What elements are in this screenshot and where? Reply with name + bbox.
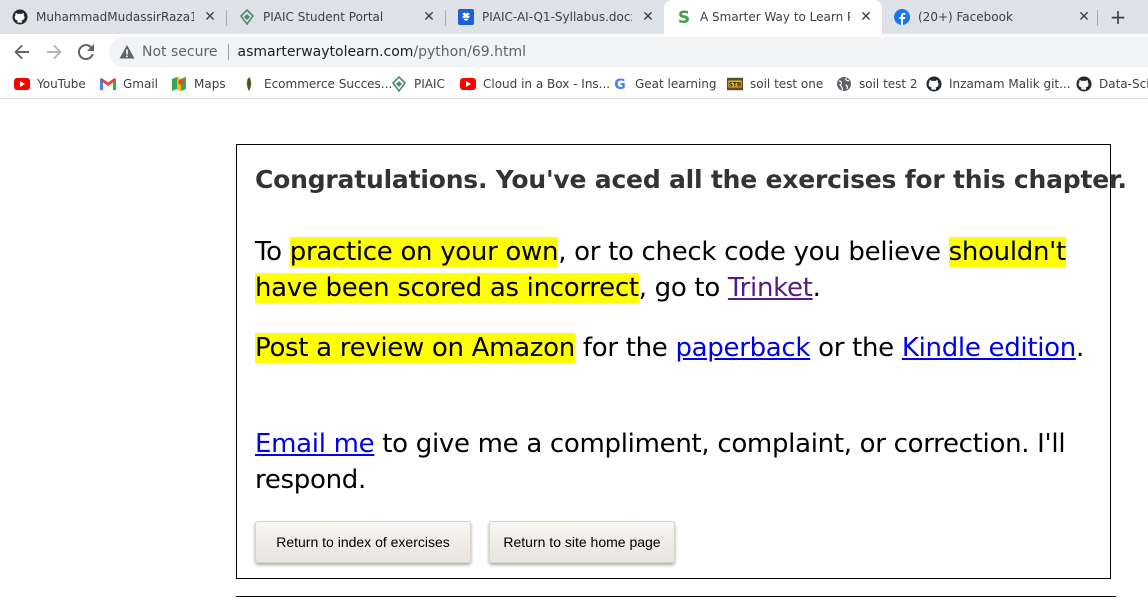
text: to give me a compliment, complaint, or c…	[255, 429, 1066, 495]
text: .	[1075, 333, 1084, 363]
email-me-link[interactable]: Email me	[255, 429, 375, 459]
email-paragraph: Email me to give me a compliment, compla…	[255, 426, 1095, 498]
highlighted-text: Post a review on Amazon	[255, 333, 575, 363]
tab-dropbox[interactable]: PIAIC-AI-Q1-Syllabus.docx ✕	[446, 0, 664, 34]
address-bar[interactable]: Not secure asmarterwaytolearn.com/python…	[109, 37, 1148, 67]
bookmark-label: Ecommerce Succes...	[264, 77, 393, 91]
bookmarks-bar: YouTube Gmail Maps Ecommerce Succes... P…	[0, 70, 1148, 99]
kindle-edition-link[interactable]: Kindle edition	[902, 333, 1076, 363]
close-icon[interactable]: ✕	[1076, 9, 1092, 25]
bookmark-soil-test-2[interactable]: soil test 2	[836, 76, 918, 92]
trinket-link[interactable]: Trinket	[728, 273, 813, 303]
tab-title: PIAIC Student Portal	[263, 10, 384, 24]
tab-title: A Smarter Way to Learn Pyth	[700, 10, 850, 24]
address-divider	[227, 44, 229, 60]
piaic-icon	[391, 76, 407, 92]
tab-facebook[interactable]: (20+) Facebook ✕	[882, 0, 1100, 34]
text: , or to check code you believe	[558, 237, 949, 267]
bookmark-piaic[interactable]: PIAIC	[391, 76, 445, 92]
toolbar: Not secure asmarterwaytolearn.com/python…	[0, 34, 1148, 70]
bookmark-label: Gmail	[123, 77, 159, 91]
bookmark-label: soil test 2	[859, 77, 918, 91]
tab-piaic-portal[interactable]: PIAIC Student Portal ✕	[227, 0, 445, 34]
youtube-icon	[460, 76, 476, 92]
bookmark-gmail[interactable]: Gmail	[100, 76, 158, 92]
close-icon[interactable]: ✕	[858, 9, 874, 25]
github-icon	[1076, 76, 1092, 92]
globe-icon	[836, 76, 852, 92]
bookmark-label: Cloud in a Box - Ins...	[483, 77, 611, 91]
maps-icon	[171, 76, 187, 92]
return-to-home-button[interactable]: Return to site home page	[489, 521, 675, 563]
warning-icon	[119, 44, 135, 60]
reload-button[interactable]	[72, 38, 100, 66]
page-heading: Congratulations. You've aced all the exe…	[255, 165, 1127, 194]
bookmark-youtube[interactable]: YouTube	[14, 76, 86, 92]
back-arrow-icon	[14, 44, 29, 60]
tab-smarter-way[interactable]: S A Smarter Way to Learn Pyth ✕	[664, 0, 882, 34]
forward-arrow-icon	[47, 44, 62, 60]
dropbox-icon	[458, 9, 474, 25]
close-icon[interactable]: ✕	[421, 9, 437, 25]
gmail-icon	[100, 76, 116, 92]
tab-title: PIAIC-AI-Q1-Syllabus.docx	[482, 10, 632, 24]
reload-icon	[78, 44, 94, 60]
url-path: /python/69.html	[413, 44, 526, 60]
back-button[interactable]	[8, 38, 36, 66]
tab-title: MuhammadMudassirRaza12	[36, 10, 194, 24]
return-to-index-button[interactable]: Return to index of exercises	[255, 521, 471, 563]
forward-button[interactable]	[40, 38, 68, 66]
bookmark-label: Geat learning	[635, 77, 717, 91]
close-icon[interactable]: ✕	[202, 9, 218, 25]
highlighted-text: practice on your own	[289, 237, 559, 267]
facebook-icon	[894, 9, 910, 25]
google-icon: G	[612, 76, 628, 92]
new-tab-button[interactable]: +	[1106, 5, 1130, 29]
tab-github[interactable]: MuhammadMudassirRaza12 ✕	[0, 0, 226, 34]
bookmark-maps[interactable]: Maps	[171, 76, 226, 92]
tab-divider	[1097, 10, 1098, 26]
smarter-way-icon: S	[676, 9, 692, 25]
close-icon[interactable]: ✕	[640, 9, 656, 25]
bookmark-soil-test-one[interactable]: STB soil test one	[727, 76, 823, 92]
bookmark-label: Data-Scie	[1099, 77, 1148, 91]
bookmark-cloud-in-a-box[interactable]: Cloud in a Box - Ins...	[460, 76, 610, 92]
next-panel-border	[236, 596, 1116, 600]
svg-text:STB: STB	[729, 83, 741, 89]
youtube-icon	[14, 76, 30, 92]
bookmark-label: Inzamam Malik git...	[949, 77, 1071, 91]
tab-strip: MuhammadMudassirRaza12 ✕ PIAIC Student P…	[0, 0, 1148, 34]
bookmark-inzamam-github[interactable]: Inzamam Malik git...	[926, 76, 1071, 92]
bookmark-data-science[interactable]: Data-Scie	[1076, 76, 1148, 92]
not-secure-label[interactable]: Not secure	[142, 44, 218, 60]
piaic-icon	[239, 9, 255, 25]
text: for the	[574, 333, 676, 363]
svg-text:G: G	[614, 77, 626, 92]
practice-paragraph: To practice on your own, or to check cod…	[255, 234, 1095, 306]
url-host: asmarterwaytolearn.com	[237, 44, 414, 60]
svg-text:S: S	[678, 9, 690, 25]
github-icon	[12, 9, 28, 25]
leaf-icon	[241, 76, 257, 92]
congratulations-panel: Congratulations. You've aced all the exe…	[236, 144, 1127, 579]
stb-icon: STB	[727, 76, 743, 92]
text: or the	[810, 333, 902, 363]
tab-title: (20+) Facebook	[918, 10, 1013, 24]
bookmark-label: soil test one	[750, 77, 824, 91]
github-icon	[926, 76, 942, 92]
review-paragraph: Post a review on Amazon for the paperbac…	[255, 330, 1095, 366]
bookmark-label: YouTube	[37, 77, 86, 91]
bookmark-geat-learning[interactable]: G Geat learning	[612, 76, 717, 92]
text: To	[255, 237, 290, 267]
paperback-link[interactable]: paperback	[675, 333, 810, 363]
bookmark-label: PIAIC	[414, 77, 445, 91]
text: , go to	[638, 273, 728, 303]
text: .	[812, 273, 821, 303]
bookmark-label: Maps	[194, 77, 226, 91]
bookmark-ecommerce[interactable]: Ecommerce Succes...	[241, 76, 392, 92]
